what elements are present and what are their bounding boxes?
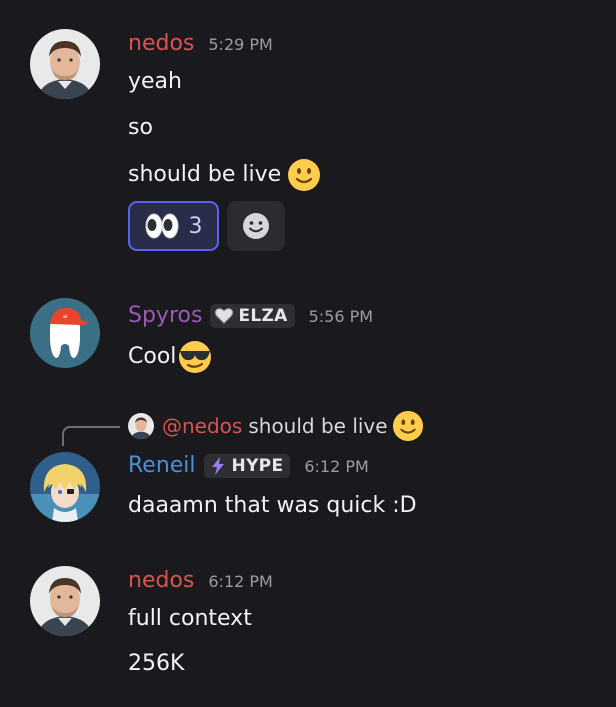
username[interactable]: nedos bbox=[128, 30, 194, 58]
reaction-eyes[interactable]: 3 bbox=[128, 201, 219, 251]
timestamp: 5:56 PM bbox=[308, 306, 374, 326]
username[interactable]: Reneil bbox=[128, 452, 196, 480]
message-header: Spyros ELZA 5:56 PM bbox=[128, 302, 373, 330]
message-text: should be live bbox=[128, 162, 282, 187]
lightning-icon bbox=[211, 457, 224, 475]
message-text: daaamn that was quick :D bbox=[128, 493, 417, 518]
tag-label: ELZA bbox=[238, 306, 288, 326]
server-tag[interactable]: HYPE bbox=[203, 454, 291, 478]
slight-smile-emoji-icon bbox=[287, 158, 321, 192]
reply-mention[interactable]: @nedos bbox=[162, 414, 242, 438]
avatar-nedos[interactable] bbox=[30, 29, 100, 99]
reply-connector bbox=[62, 426, 120, 446]
username[interactable]: Spyros bbox=[128, 302, 202, 330]
reply-text: should be live bbox=[248, 414, 388, 438]
reaction-count: 3 bbox=[188, 213, 203, 239]
message-text: full context bbox=[128, 606, 252, 631]
tag-label: HYPE bbox=[231, 456, 284, 476]
username[interactable]: nedos bbox=[128, 567, 194, 595]
timestamp: 6:12 PM bbox=[304, 456, 369, 476]
add-reaction-smile-icon bbox=[241, 211, 271, 241]
add-reaction-button[interactable] bbox=[227, 201, 285, 251]
svg-text:ai: ai bbox=[63, 314, 67, 320]
timestamp: 6:12 PM bbox=[208, 571, 273, 591]
avatar-spyros[interactable]: ai bbox=[30, 298, 100, 368]
avatar-reneil[interactable] bbox=[30, 452, 100, 522]
message-line: Cool bbox=[128, 340, 214, 374]
chat-message-list: nedos 5:29 PM yeah so should be live 3 a… bbox=[0, 0, 616, 707]
message-text: 256K bbox=[128, 651, 185, 676]
message-text: so bbox=[128, 115, 153, 140]
eyes-emoji-icon bbox=[145, 213, 179, 239]
message-header: Reneil HYPE 6:12 PM bbox=[128, 452, 369, 480]
message-header: nedos 5:29 PM bbox=[128, 30, 273, 58]
reply-preview[interactable]: @nedos should be live bbox=[128, 410, 424, 442]
message-line: should be live bbox=[128, 158, 321, 192]
message-header: nedos 6:12 PM bbox=[128, 567, 273, 595]
server-tag[interactable]: ELZA bbox=[210, 304, 295, 328]
message-text: Cool bbox=[128, 344, 177, 369]
message-text: yeah bbox=[128, 69, 182, 94]
sunglasses-emoji-icon bbox=[176, 340, 214, 374]
timestamp: 5:29 PM bbox=[208, 34, 273, 54]
heart-icon bbox=[215, 308, 234, 324]
slight-smile-emoji-icon bbox=[392, 410, 424, 442]
avatar-nedos[interactable] bbox=[30, 566, 100, 636]
reply-avatar bbox=[128, 413, 154, 439]
